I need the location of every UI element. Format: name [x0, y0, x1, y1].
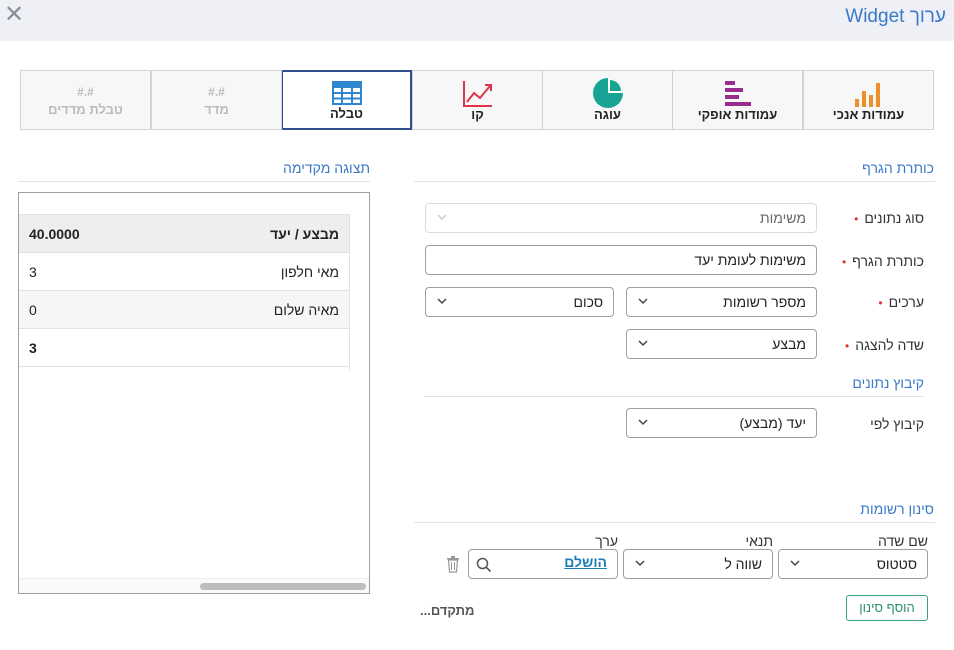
dialog-header: ✕ ערוך Widget — [0, 0, 954, 41]
chart-type-label: טבלה — [330, 106, 363, 121]
chart-type-label: מדד — [204, 102, 229, 117]
chart-type-pie[interactable]: עוגה — [542, 70, 673, 130]
select-value: סטטוס — [876, 556, 917, 572]
table-header-value: 40.0000 — [19, 214, 129, 253]
preview-title: תצוגה מקדימה — [283, 160, 370, 176]
table-total-row: 3 — [19, 328, 349, 367]
table-row: מאיה שלום 0 — [19, 290, 349, 329]
preview-panel: מבצע / יעד 40.0000 מאי חלפון 3 מאיה שלום… — [18, 192, 370, 594]
table-header-row: מבצע / יעד 40.0000 — [19, 214, 349, 253]
table-row: מאי חלפון 3 — [19, 252, 349, 291]
chart-type-label: קו — [471, 107, 484, 122]
vertical-bars-icon — [854, 83, 880, 107]
chevron-down-icon — [790, 560, 800, 567]
grouping-section-title: קיבוץ נתונים — [852, 375, 924, 391]
chart-type-label: עוגה — [594, 107, 621, 122]
table-total-label — [129, 328, 349, 367]
chevron-down-icon — [638, 340, 648, 347]
chart-type-label: עמודות אנכי — [832, 107, 905, 122]
search-icon[interactable] — [476, 557, 492, 573]
chart-title-section-title: כותרת הגרף — [862, 160, 934, 176]
filter-condition-select[interactable]: שווה ל — [623, 549, 773, 579]
table-edge — [349, 214, 350, 370]
chart-type-gauge-table[interactable]: #.# טבלת מדדים — [20, 70, 151, 130]
chart-type-horizontal-bars[interactable]: עמודות אופקי — [672, 70, 803, 130]
chart-type-label: עמודות אופקי — [697, 107, 778, 122]
table-total-value: 3 — [19, 328, 129, 367]
chart-type-selector: עמודות אנכי עמודות אופקי עוגה קו טבלה #.… — [20, 70, 934, 130]
chevron-down-icon — [437, 214, 447, 221]
hash-placeholder: #.# — [77, 85, 94, 99]
chart-type-line[interactable]: קו — [412, 70, 543, 130]
table-header-label: מבצע / יעד — [129, 214, 349, 253]
line-chart-icon — [462, 81, 492, 107]
select-value: יעד (מבצע) — [739, 415, 806, 431]
table-cell-value: 3 — [19, 252, 129, 291]
required-marker: • — [841, 255, 847, 269]
section-divider — [424, 396, 924, 397]
chevron-down-icon — [638, 419, 648, 426]
value-header: ערך — [595, 533, 618, 549]
display-field-label: שדה להצגה• — [845, 337, 924, 353]
table-cell-label: מאי חלפון — [129, 252, 349, 291]
required-marker: • — [878, 296, 883, 310]
preview-table: מבצע / יעד 40.0000 מאי חלפון 3 מאיה שלום… — [19, 214, 349, 367]
values-label: ערכים• — [878, 294, 924, 310]
table-icon — [331, 81, 362, 105]
chart-type-label: טבלת מדדים — [48, 102, 123, 117]
filter-value-input[interactable]: הושלם — [468, 549, 618, 579]
hash-placeholder: #.# — [208, 85, 225, 99]
add-filter-button[interactable]: הוסף סינון — [846, 595, 928, 621]
select-value: שווה ל — [724, 556, 762, 572]
select-value: משימות — [760, 210, 806, 226]
chart-title-label: כותרת הגרף• — [841, 253, 924, 269]
chart-type-vertical-bars[interactable]: עמודות אנכי — [803, 70, 934, 130]
chart-type-gauge[interactable]: #.# מדד — [151, 70, 282, 130]
section-divider — [414, 181, 935, 182]
select-value: מבצע — [772, 336, 806, 352]
filter-section-title: סינון רשומות — [860, 501, 934, 517]
values-aggregation-select[interactable]: סכום — [425, 287, 614, 317]
chart-title-input[interactable]: משימות לעומת יעד — [425, 245, 817, 275]
trash-icon[interactable] — [444, 555, 462, 573]
close-button[interactable]: ✕ — [4, 3, 24, 27]
chevron-down-icon — [437, 298, 447, 305]
chevron-down-icon — [635, 560, 645, 567]
filter-field-select[interactable]: סטטוס — [778, 549, 928, 579]
data-type-select[interactable]: משימות — [425, 203, 817, 233]
select-value: סכום — [573, 294, 603, 310]
scrollbar-thumb[interactable] — [200, 583, 366, 590]
group-by-label: קיבוץ לפי — [870, 416, 924, 432]
chevron-down-icon — [638, 298, 648, 305]
section-divider — [414, 522, 935, 523]
required-marker: • — [854, 212, 859, 226]
input-value: משימות לעומת יעד — [694, 252, 806, 268]
horizontal-bars-icon — [724, 81, 751, 106]
data-type-label: סוג נתונים• — [854, 210, 924, 226]
preview-divider — [18, 181, 370, 182]
dialog-title: ערוך Widget — [845, 6, 946, 27]
table-cell-value: 0 — [19, 290, 129, 329]
filter-value-link[interactable]: הושלם — [564, 554, 607, 570]
select-value: מספר רשומות — [723, 294, 806, 310]
group-by-select[interactable]: יעד (מבצע) — [626, 408, 817, 438]
condition-header: תנאי — [745, 533, 773, 549]
required-marker: • — [845, 339, 850, 353]
table-cell-label: מאיה שלום — [129, 290, 349, 329]
display-field-select[interactable]: מבצע — [626, 329, 817, 359]
values-field-select[interactable]: מספר רשומות — [626, 287, 817, 317]
advanced-link[interactable]: מתקדם... — [420, 603, 474, 618]
chart-type-table[interactable]: טבלה — [281, 70, 412, 130]
field-name-header: שם שדה — [877, 533, 928, 549]
pie-icon — [592, 78, 623, 108]
horizontal-scrollbar[interactable] — [19, 578, 369, 593]
